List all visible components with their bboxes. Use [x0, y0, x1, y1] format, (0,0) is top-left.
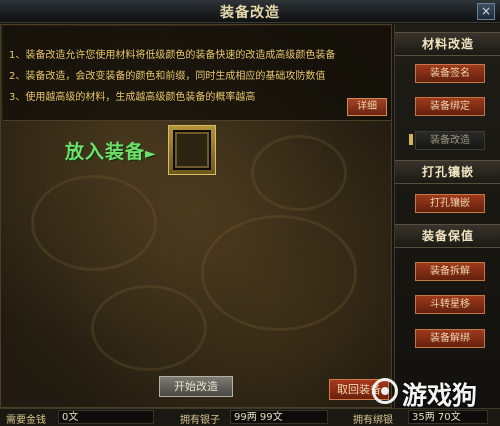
window-title: 装备改造 [220, 5, 280, 21]
title-bar: 装备改造 × [0, 0, 500, 23]
unbind-equipment-button[interactable]: 装备解绑 [415, 329, 485, 348]
detail-button[interactable]: 详细 [347, 98, 387, 116]
decor-swirl [201, 215, 357, 331]
bind-equipment-button[interactable]: 装备绑定 [415, 97, 485, 116]
silver-value: 99两 99文 [230, 410, 328, 424]
sign-equipment-button[interactable]: 装备签名 [415, 64, 485, 83]
slot-label-text: 放入装备 [65, 141, 146, 163]
cost-label: 需要金钱 [6, 415, 46, 426]
equipment-slot[interactable] [168, 125, 216, 175]
description-line-3: 3、使用越高级的材料，生成越高级颜色装备的概率越高 [9, 92, 256, 103]
dismantle-equipment-button[interactable]: 装备拆解 [415, 262, 485, 281]
start-reform-button[interactable]: 开始改造 [159, 376, 233, 397]
arrow-right-icon: ► [145, 146, 157, 162]
section-header-socket: 打孔镶嵌 [395, 160, 500, 184]
section-header-preserve: 装备保值 [395, 224, 500, 248]
section-header-material: 材料改造 [395, 32, 500, 56]
decor-swirl [91, 285, 207, 371]
reform-panel: 1、装备改造允许您使用材料将低级颜色的装备快速的改造成高级颜色装备 2、装备改造… [0, 24, 392, 408]
watermark-text: 游戏狗 [402, 381, 478, 410]
description-box: 1、装备改造允许您使用材料将低级颜色的装备快速的改造成高级颜色装备 2、装备改造… [3, 26, 391, 121]
watermark-logo: 游戏狗 [372, 376, 500, 416]
close-button[interactable]: × [477, 3, 495, 20]
decor-swirl [31, 175, 157, 271]
socket-inlay-button[interactable]: 打孔镶嵌 [415, 194, 485, 213]
slot-label: 放入装备► [65, 137, 157, 164]
active-marker-icon [409, 134, 413, 145]
sidebar: 材料改造 装备签名 装备绑定 装备改造 打孔镶嵌 打孔镶嵌 装备保值 装备拆解 … [394, 24, 500, 408]
equipment-slot-inner [173, 130, 211, 170]
equipment-reform-window: 装备改造 × 1、装备改造允许您使用材料将低级颜色的装备快速的改造成高级颜色装备… [0, 0, 500, 426]
reform-equipment-button[interactable]: 装备改造 [415, 131, 485, 150]
silver-label: 拥有银子 [180, 415, 220, 426]
description-line-2: 2、装备改造，会改变装备的颜色和前缀，同时生成相应的基础攻防数值 [9, 71, 326, 82]
description-line-1: 1、装备改造允许您使用材料将低级颜色的装备快速的改造成高级颜色装备 [9, 50, 336, 61]
decor-swirl [251, 135, 347, 211]
logo-icon [372, 378, 398, 404]
cost-value: 0文 [58, 410, 154, 424]
star-transfer-button[interactable]: 斗转星移 [415, 295, 485, 314]
